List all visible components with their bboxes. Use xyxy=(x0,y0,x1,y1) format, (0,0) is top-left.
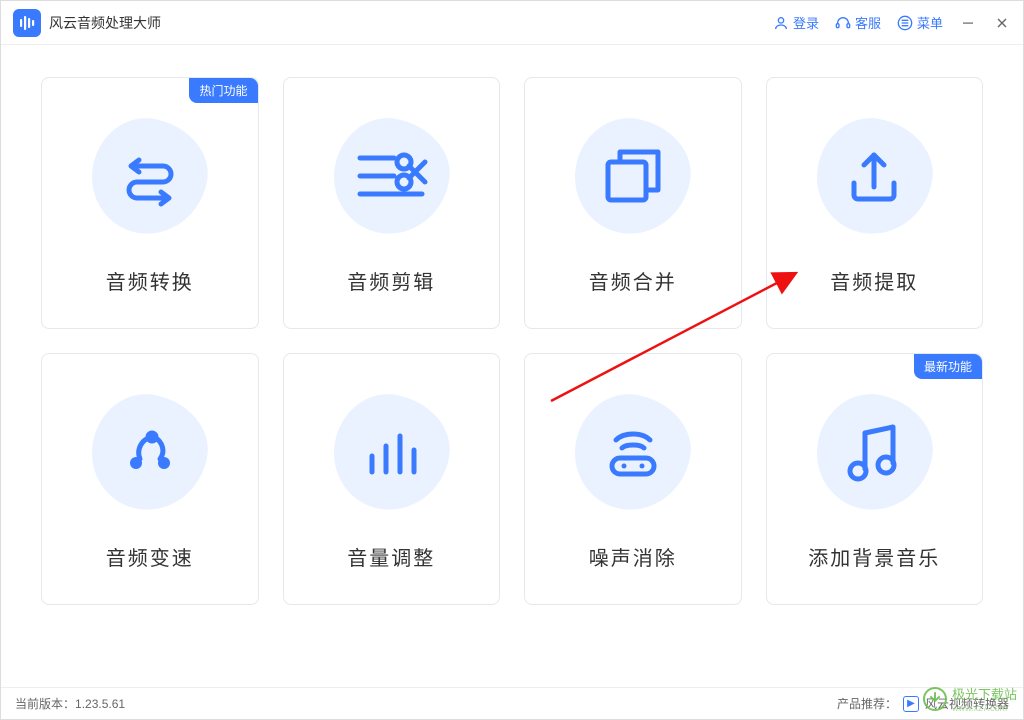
card-volume-adjust[interactable]: 音量调整 xyxy=(283,353,501,605)
app-title: 风云音频处理大师 xyxy=(49,13,161,33)
card-audio-cut[interactable]: 音频剪辑 xyxy=(283,77,501,329)
support-button[interactable]: 客服 xyxy=(835,13,881,32)
statusbar: 当前版本：1.23.5.61 产品推荐： ▶ 风云视频转换器 xyxy=(1,687,1023,719)
card-label: 添加背景音乐 xyxy=(808,542,940,571)
card-audio-convert[interactable]: 热门功能 音频转换 xyxy=(41,77,259,329)
card-audio-merge[interactable]: 音频合并 xyxy=(524,77,742,329)
card-label: 音频提取 xyxy=(830,266,918,295)
speed-icon xyxy=(116,419,184,487)
card-icon-wrap xyxy=(326,112,456,242)
card-label: 音频转换 xyxy=(106,266,194,295)
card-audio-speed[interactable]: 音频变速 xyxy=(41,353,259,605)
app-window: 风云音频处理大师 登录 客服 菜单 xyxy=(0,0,1024,720)
card-add-bgm[interactable]: 最新功能 添加背景音乐 xyxy=(766,353,984,605)
card-label: 噪声消除 xyxy=(589,542,677,571)
card-icon-wrap xyxy=(85,388,215,518)
hot-badge: 热门功能 xyxy=(189,78,257,103)
card-icon-wrap xyxy=(326,388,456,518)
reco-icon: ▶ xyxy=(903,696,919,712)
login-label: 登录 xyxy=(793,13,819,32)
card-label: 音量调整 xyxy=(347,542,435,571)
card-icon-wrap xyxy=(568,388,698,518)
login-button[interactable]: 登录 xyxy=(773,13,819,32)
cut-icon xyxy=(354,146,428,208)
titlebar-right: 登录 客服 菜单 xyxy=(773,13,1011,32)
content-area: 热门功能 音频转换 xyxy=(1,45,1023,687)
titlebar: 风云音频处理大师 登录 客服 菜单 xyxy=(1,1,1023,45)
version-text: 当前版本：1.23.5.61 xyxy=(15,695,125,712)
card-icon-wrap xyxy=(568,112,698,242)
feature-grid: 热门功能 音频转换 xyxy=(41,77,983,605)
card-icon-wrap xyxy=(809,388,939,518)
noise-icon xyxy=(600,420,666,486)
music-icon xyxy=(843,419,905,487)
titlebar-left: 风云音频处理大师 xyxy=(13,9,161,37)
volume-icon xyxy=(360,422,422,484)
convert-icon xyxy=(115,142,185,212)
close-button[interactable] xyxy=(993,14,1011,32)
card-label: 音频合并 xyxy=(589,266,677,295)
card-noise-remove[interactable]: 噪声消除 xyxy=(524,353,742,605)
menu-button[interactable]: 菜单 xyxy=(897,13,943,32)
card-icon-wrap xyxy=(85,112,215,242)
minimize-button[interactable] xyxy=(959,14,977,32)
new-badge: 最新功能 xyxy=(914,354,982,379)
card-icon-wrap xyxy=(809,112,939,242)
merge-icon xyxy=(600,144,666,210)
extract-icon xyxy=(842,145,906,209)
menu-label: 菜单 xyxy=(917,13,943,32)
card-label: 音频变速 xyxy=(106,542,194,571)
card-label: 音频剪辑 xyxy=(347,266,435,295)
support-label: 客服 xyxy=(855,13,881,32)
card-audio-extract[interactable]: 音频提取 xyxy=(766,77,984,329)
app-logo-icon xyxy=(13,9,41,37)
product-reco[interactable]: 产品推荐： ▶ 风云视频转换器 xyxy=(837,695,1009,712)
